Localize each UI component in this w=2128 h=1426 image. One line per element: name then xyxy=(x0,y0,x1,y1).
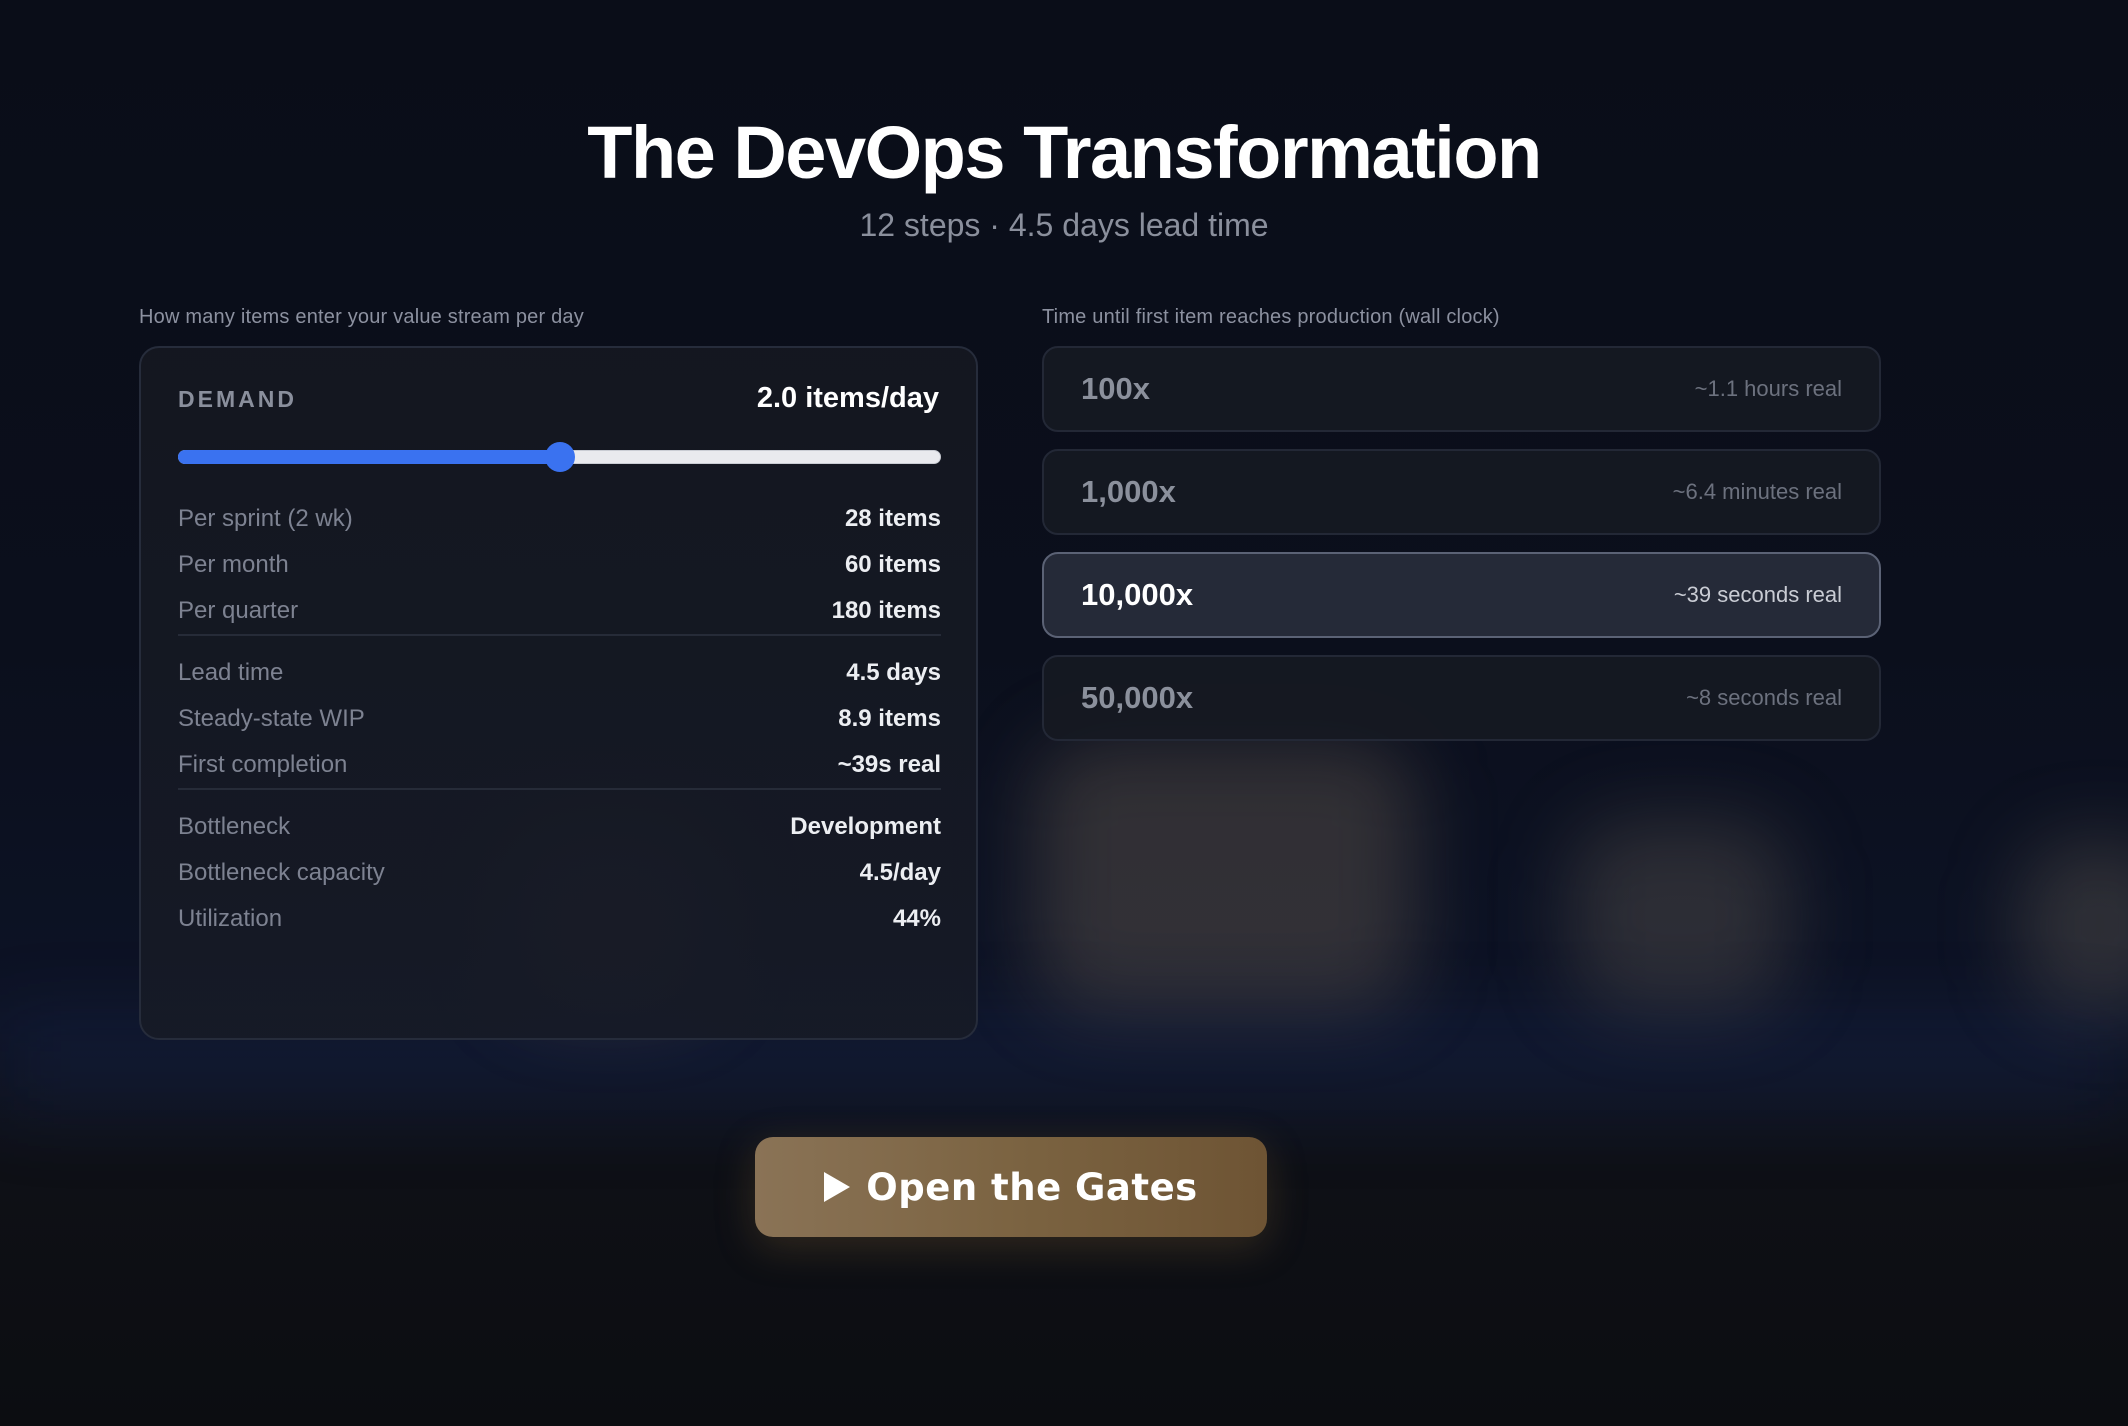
stat-row: Steady-state WIP 8.9 items xyxy=(178,696,941,742)
play-icon xyxy=(824,1172,851,1202)
stat-value: 8.9 items xyxy=(838,705,941,732)
stat-row: Bottleneck Development xyxy=(178,804,941,850)
stat-value: ~39s real xyxy=(837,751,941,778)
speed-option-10000x[interactable]: 10,000x ~39 seconds real xyxy=(1042,552,1881,638)
demand-panel: DEMAND 2.0 items/day Per sprint (2 wk) 2… xyxy=(139,346,978,1040)
speed-multiplier: 1,000x xyxy=(1081,474,1176,509)
speed-real-time: ~8 seconds real xyxy=(1686,685,1842,710)
stat-row: First completion ~39s real xyxy=(178,742,941,788)
stat-value: 60 items xyxy=(844,551,941,578)
stat-row: Lead time 4.5 days xyxy=(178,650,941,696)
stat-label: Steady-state WIP xyxy=(178,705,365,732)
stat-row: Per sprint (2 wk) 28 items xyxy=(178,496,941,542)
stat-value: 4.5/day xyxy=(859,859,941,886)
demand-caption: How many items enter your value stream p… xyxy=(139,306,584,328)
background-blur-block xyxy=(2020,840,2128,1010)
open-gates-label: Open the Gates xyxy=(866,1165,1198,1209)
speed-real-time: ~39 seconds real xyxy=(1673,582,1842,607)
stat-label: Bottleneck capacity xyxy=(178,859,385,886)
stat-label: Per quarter xyxy=(178,597,299,624)
stat-value: Development xyxy=(790,813,941,840)
speed-caption: Time until first item reaches production… xyxy=(1042,306,1500,328)
stat-row: Per quarter 180 items xyxy=(178,588,941,634)
app-stage: The DevOps Transformation 12 steps · 4.5… xyxy=(0,0,2128,1426)
stat-row: Per month 60 items xyxy=(178,542,941,588)
bottleneck-stats: Bottleneck Development Bottleneck capaci… xyxy=(178,804,941,942)
background-blur-block xyxy=(1570,820,1790,1010)
slider-thumb[interactable] xyxy=(544,442,575,472)
page-subtitle: 12 steps · 4.5 days lead time xyxy=(859,207,1269,243)
flow-stats: Lead time 4.5 days Steady-state WIP 8.9 … xyxy=(178,650,941,788)
slider-fill xyxy=(178,450,560,464)
divider xyxy=(178,634,941,636)
stat-label: Lead time xyxy=(178,659,284,686)
speed-multiplier: 50,000x xyxy=(1081,680,1194,715)
speed-real-time: ~1.1 hours real xyxy=(1694,376,1842,401)
stat-value: 44% xyxy=(892,905,941,932)
speed-real-time: ~6.4 minutes real xyxy=(1672,479,1842,504)
stat-value: 180 items xyxy=(831,597,941,624)
open-gates-button[interactable]: Open the Gates xyxy=(755,1137,1267,1237)
throughput-stats: Per sprint (2 wk) 28 items Per month 60 … xyxy=(178,496,941,634)
divider xyxy=(178,788,941,790)
speed-multiplier: 10,000x xyxy=(1081,577,1194,612)
speed-multiplier: 100x xyxy=(1081,371,1150,406)
stat-label: Utilization xyxy=(178,905,283,932)
speed-option-100x[interactable]: 100x ~1.1 hours real xyxy=(1042,346,1881,432)
speed-option-50000x[interactable]: 50,000x ~8 seconds real xyxy=(1042,655,1881,741)
stat-label: Per month xyxy=(178,551,289,578)
background-blur-block xyxy=(1035,740,1415,1010)
stat-row: Bottleneck capacity 4.5/day xyxy=(178,850,941,896)
stat-value: 28 items xyxy=(844,505,941,532)
speed-option-1000x[interactable]: 1,000x ~6.4 minutes real xyxy=(1042,449,1881,535)
stat-value: 4.5 days xyxy=(846,659,941,686)
stat-label: Bottleneck xyxy=(178,813,291,840)
demand-slider[interactable] xyxy=(178,441,941,473)
demand-value: 2.0 items/day xyxy=(756,382,939,414)
page-title: The DevOps Transformation xyxy=(587,111,1542,194)
stat-label: Per sprint (2 wk) xyxy=(178,505,353,532)
stat-label: First completion xyxy=(178,751,348,778)
stat-row: Utilization 44% xyxy=(178,896,941,942)
demand-label: DEMAND xyxy=(178,386,297,412)
